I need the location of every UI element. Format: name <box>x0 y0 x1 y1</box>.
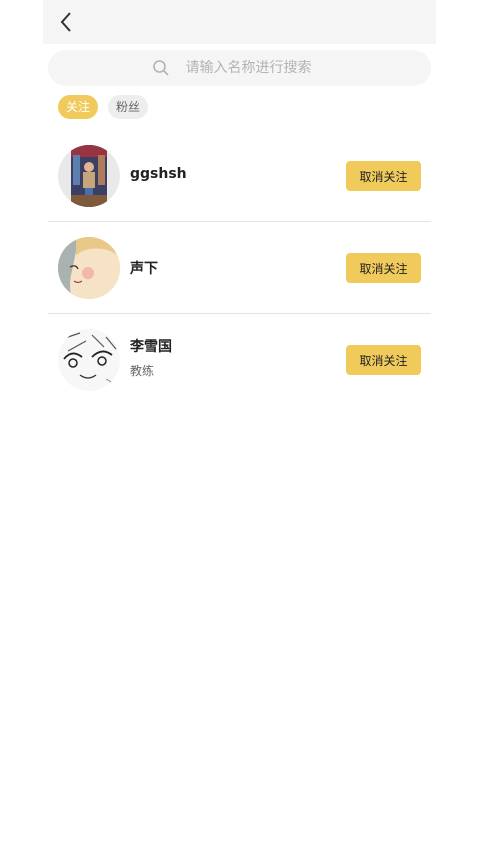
search-bar[interactable] <box>48 50 431 86</box>
search-input[interactable] <box>183 59 328 77</box>
list-item: ggshsh 取消关注 <box>48 130 431 222</box>
unfollow-button[interactable]: 取消关注 <box>346 253 421 283</box>
list-item: 李雪国 教练 取消关注 <box>48 314 431 406</box>
user-list: ggshsh 取消关注 声下 取消关注 李雪国 教练 取消关注 <box>48 130 431 406</box>
user-name: 声下 <box>130 261 158 277</box>
tab-bar: 关注 粉丝 <box>58 95 149 119</box>
chevron-left-icon <box>60 12 71 32</box>
user-name: ggshsh <box>130 166 187 182</box>
user-name: 李雪国 <box>130 339 172 355</box>
follow-list-screen: 关注 粉丝 ggshsh 取消关注 <box>43 0 436 850</box>
search-icon <box>152 59 170 77</box>
avatar[interactable] <box>58 145 120 207</box>
avatar[interactable] <box>58 329 120 391</box>
unfollow-button[interactable]: 取消关注 <box>346 161 421 191</box>
top-bar <box>43 0 436 44</box>
back-button[interactable] <box>53 8 79 36</box>
unfollow-button[interactable]: 取消关注 <box>346 345 421 375</box>
tab-fans[interactable]: 粉丝 <box>108 95 149 119</box>
user-role: 教练 <box>130 364 155 378</box>
avatar[interactable] <box>58 237 120 299</box>
list-item: 声下 取消关注 <box>48 222 431 314</box>
tab-following[interactable]: 关注 <box>58 95 99 119</box>
